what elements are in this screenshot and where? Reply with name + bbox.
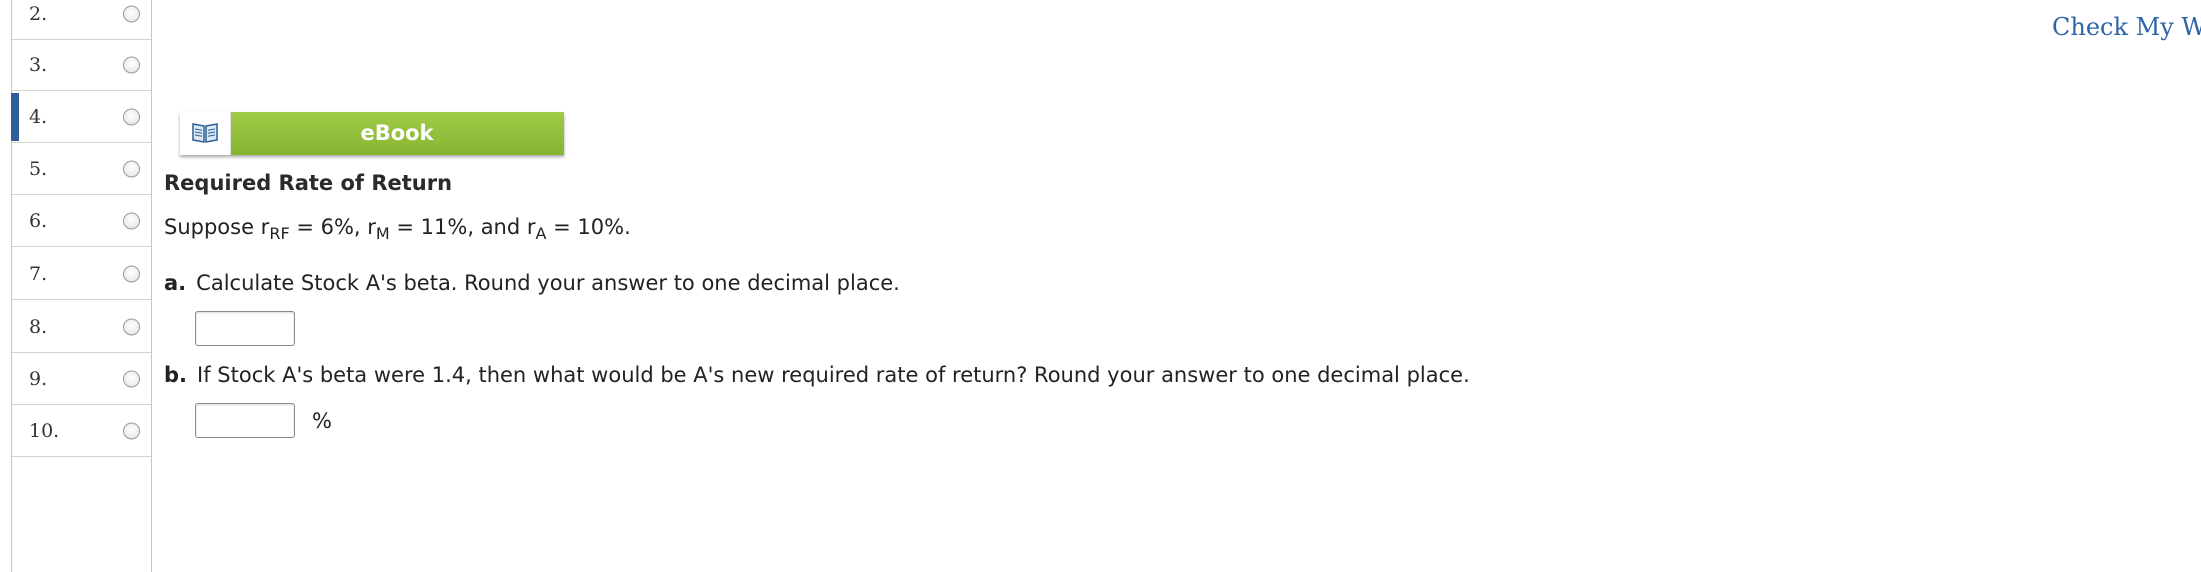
nav-item-q10[interactable]: 10. (12, 406, 151, 457)
nav-item-q2[interactable]: 2. (12, 0, 151, 40)
nav-item-number: 7. (29, 263, 48, 285)
status-radio-icon (123, 56, 140, 74)
part-a-label: a. (164, 271, 187, 295)
part-a-answer-input[interactable] (195, 311, 295, 346)
status-radio-icon (123, 370, 140, 388)
a-subscript: A (535, 224, 547, 243)
nav-item-number: 4. (29, 106, 48, 128)
ebook-icon-box (180, 112, 231, 155)
m-subscript: M (375, 224, 390, 243)
nav-item-q6[interactable]: 6. (12, 196, 151, 247)
status-radio-icon (123, 265, 140, 283)
nav-item-q8[interactable]: 8. (12, 302, 151, 353)
check-my-work-link[interactable]: Check My Wo (2052, 13, 2201, 41)
status-radio-icon (123, 422, 140, 440)
ebook-button[interactable]: eBook (180, 112, 564, 155)
nav-item-number: 8. (29, 316, 48, 338)
status-radio-icon (123, 160, 140, 178)
nav-item-number: 3. (29, 54, 48, 76)
question-nav: 2. 3. 4. 5. 6. 7. 8. 9. 10. (11, 0, 152, 572)
status-radio-icon (123, 108, 140, 126)
premise-text: = 11%, and r (389, 215, 536, 239)
part-b-text: If Stock A's beta were 1.4, then what wo… (197, 363, 1470, 387)
nav-item-number: 2. (29, 3, 48, 25)
premise-text: Suppose r (164, 215, 270, 239)
rf-subscript: RF (269, 224, 290, 243)
nav-item-q9[interactable]: 9. (12, 354, 151, 405)
nav-item-number: 10. (29, 420, 60, 442)
part-b-answer-input[interactable] (195, 403, 295, 438)
nav-item-q5[interactable]: 5. (12, 144, 151, 195)
nav-item-q7[interactable]: 7. (12, 249, 151, 300)
book-icon (192, 123, 218, 143)
problem-premise: Suppose rRF = 6%, rM = 11%, and rA = 10%… (164, 215, 631, 242)
nav-item-q4[interactable]: 4. (11, 92, 151, 143)
problem-title: Required Rate of Return (164, 171, 453, 195)
part-a-question: a. Calculate Stock A's beta. Round your a… (164, 271, 900, 295)
status-radio-icon (123, 212, 140, 230)
ebook-label: eBook (360, 121, 434, 145)
nav-item-number: 5. (29, 158, 48, 180)
nav-item-q3[interactable]: 3. (12, 40, 151, 91)
part-b-question: b. If Stock A's beta were 1.4, then what … (164, 363, 1470, 387)
premise-text: = 10%. (546, 215, 631, 239)
status-radio-icon (123, 318, 140, 336)
part-b-label: b. (164, 363, 188, 387)
status-radio-icon (123, 5, 140, 23)
part-a-text: Calculate Stock A's beta. Round your ans… (196, 271, 900, 295)
percent-unit: % (312, 409, 332, 433)
nav-item-number: 6. (29, 210, 48, 232)
premise-text: = 6%, r (289, 215, 376, 239)
nav-item-number: 9. (29, 368, 48, 390)
